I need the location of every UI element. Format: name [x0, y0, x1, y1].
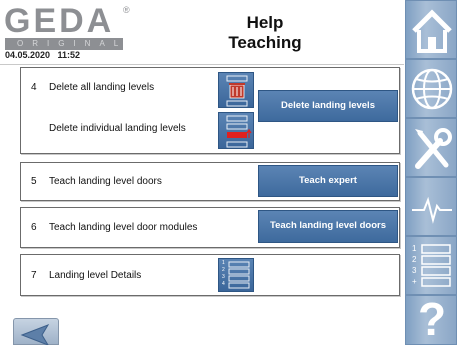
- teach-landing-level-doors-button[interactable]: Teach landing level doors: [258, 210, 398, 243]
- tools-icon: [415, 128, 452, 169]
- page-title-line2: Teaching: [228, 33, 302, 52]
- list-digit: 3: [412, 266, 417, 275]
- delete-all-landing-levels-icon: [218, 72, 254, 108]
- section-landing-level-details: 7 Landing level Details 1 2 3 4: [20, 254, 400, 296]
- help-icon: ?: [417, 293, 447, 345]
- teach-door-modules-label: Teach landing level door modules: [49, 222, 198, 233]
- landing-level-list-icon: 1 2 3 4: [218, 258, 254, 292]
- list-digit: 3: [222, 274, 225, 280]
- list-digit: 4: [222, 281, 225, 287]
- delete-individual-landing-level-icon: [218, 112, 254, 149]
- list-digit: 2: [412, 255, 417, 264]
- teach-landing-level-doors-label: Teach landing level doors: [49, 176, 162, 187]
- section-delete-landing-levels: 4 Delete all landing levels Delete indiv…: [20, 67, 400, 154]
- section-number: 5: [31, 176, 37, 187]
- list-digit: +: [412, 277, 417, 286]
- back-button[interactable]: [13, 318, 59, 345]
- delete-individual-levels-label: Delete individual landing levels: [49, 123, 186, 134]
- logo-subtitle: ORIGINAL: [5, 38, 123, 50]
- logo-text: GEDA: [4, 2, 115, 40]
- list-digit: 2: [222, 267, 225, 273]
- help-button[interactable]: ?: [405, 293, 457, 345]
- settings-button[interactable]: [405, 118, 457, 177]
- home-button[interactable]: [405, 0, 457, 59]
- page-title-line1: Help: [246, 13, 284, 32]
- waveform-icon: [412, 196, 452, 224]
- language-button[interactable]: [405, 59, 457, 118]
- section-teach-door-modules: 6 Teach landing level door modules Teach…: [20, 207, 400, 248]
- landing-level-list-button[interactable]: 1 2 3 +: [405, 236, 457, 295]
- back-arrow-icon: [20, 324, 50, 345]
- teach-expert-button[interactable]: Teach expert: [258, 165, 398, 197]
- landing-level-details-label: Landing level Details: [49, 270, 142, 281]
- section-teach-landing-level-doors: 5 Teach landing level doors Teach expert: [20, 162, 400, 201]
- logo-registered-mark: ®: [123, 5, 130, 15]
- delete-landing-levels-button[interactable]: Delete landing levels: [258, 90, 398, 122]
- home-icon: [412, 9, 452, 53]
- section-number: 7: [31, 270, 37, 281]
- page-title: Help Teaching: [190, 13, 340, 53]
- diagnostics-button[interactable]: [405, 177, 457, 236]
- section-number: 6: [31, 222, 37, 233]
- list-digit: 1: [222, 260, 225, 266]
- list-digit: 1: [412, 244, 417, 253]
- delete-all-levels-label: Delete all landing levels: [49, 82, 155, 93]
- globe-icon: [411, 68, 453, 110]
- date-time-display: 04.05.2020 11:52: [5, 50, 81, 60]
- section-number: 4: [31, 82, 37, 93]
- header-divider: [0, 64, 404, 65]
